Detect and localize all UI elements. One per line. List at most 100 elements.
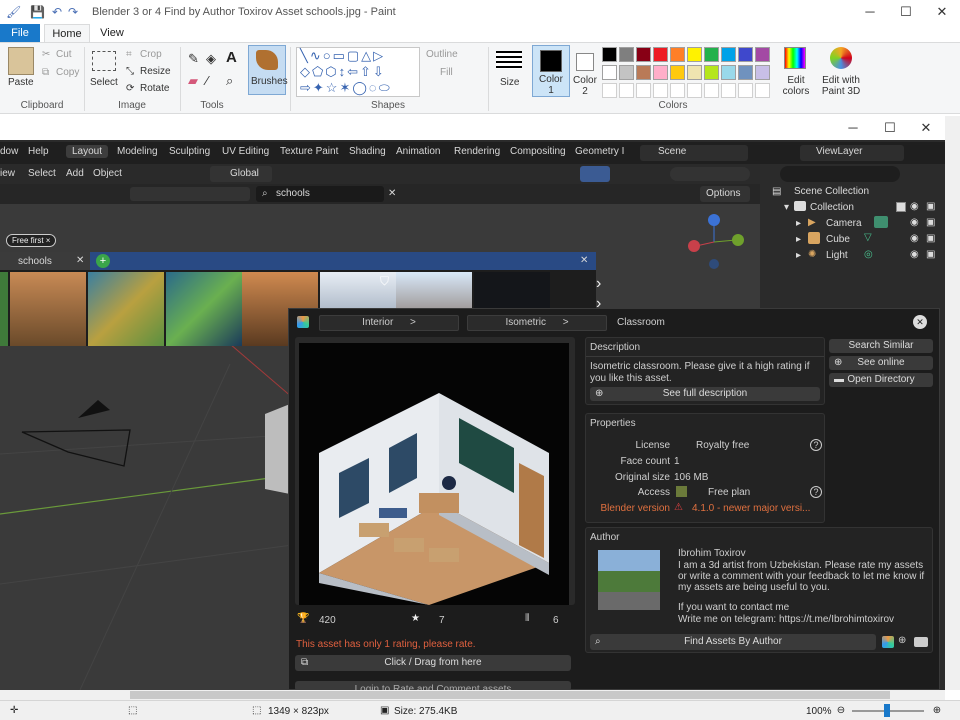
scene-collection-label[interactable]: Scene Collection [794, 186, 869, 197]
palette-swatch[interactable] [687, 83, 702, 98]
render-camera-icon[interactable]: ▣ [926, 233, 935, 244]
palette-swatch[interactable] [653, 83, 668, 98]
tab-file[interactable]: File [0, 24, 40, 42]
workspace-tab-sculpting[interactable]: Sculpting [169, 146, 210, 157]
visibility-eye-icon[interactable]: ◉ [910, 233, 919, 244]
see-full-description-button[interactable]: ⊕ See full description [590, 387, 820, 401]
free-first-chip[interactable]: Free first × [6, 234, 57, 247]
camera-object[interactable] [21, 429, 131, 467]
close-browser-icon[interactable]: ✕ [580, 255, 588, 266]
find-assets-by-author-button[interactable]: ⌕ Find Assets By Author [590, 634, 876, 650]
expand-camera-icon[interactable]: ▸ [796, 218, 801, 229]
eraser-icon[interactable]: ▰ [188, 73, 198, 89]
outline-button[interactable]: Outline [426, 49, 458, 60]
visibility-eye-icon[interactable]: ◉ [910, 249, 919, 260]
palette-swatch[interactable] [636, 83, 651, 98]
horizontal-scrollbar[interactable] [0, 690, 945, 700]
paste-button[interactable]: Paste [8, 77, 34, 88]
palette-swatch[interactable] [636, 65, 651, 80]
workspace-tab-uv-editing[interactable]: UV Editing [222, 146, 269, 157]
edit-colors-icon[interactable] [784, 47, 806, 69]
render-camera-icon[interactable]: ▣ [926, 201, 935, 212]
workspace-tab-animation[interactable]: Animation [396, 146, 440, 157]
palette-swatch[interactable] [721, 83, 736, 98]
palette-swatch[interactable] [738, 65, 753, 80]
minimize-icon[interactable]: ─ [862, 4, 878, 20]
see-online-button[interactable]: ⊕ See online [829, 356, 933, 370]
tab-view[interactable]: View [94, 24, 130, 42]
asset-thumbnail[interactable] [88, 272, 164, 346]
palette-swatch[interactable] [636, 47, 651, 62]
license-help-icon[interactable]: ? [810, 439, 822, 451]
expand-light-icon[interactable]: ▸ [796, 250, 801, 261]
palette-swatch[interactable] [602, 65, 617, 80]
asset-thumbnail[interactable] [0, 272, 8, 346]
palette-swatch[interactable] [704, 65, 719, 80]
edit-with-paint3d-button[interactable]: Edit with Paint 3D [818, 75, 864, 97]
workspace-tab-texture-paint[interactable]: Texture Paint [280, 146, 338, 157]
cut-button[interactable]: Cut [56, 49, 72, 60]
size-icon[interactable] [496, 51, 522, 69]
palette-swatch[interactable] [602, 47, 617, 62]
zoom-slider-thumb[interactable] [884, 704, 890, 717]
rotate-button[interactable]: Rotate [140, 83, 169, 94]
fill-bucket-icon[interactable]: ◈ [206, 51, 216, 67]
palette-swatch[interactable] [687, 47, 702, 62]
crop-icon[interactable]: ⌗ [126, 49, 132, 60]
palette-swatch[interactable] [721, 65, 736, 80]
palette-swatch[interactable] [619, 65, 634, 80]
palette-swatch[interactable] [755, 65, 770, 80]
paste-icon[interactable] [8, 47, 34, 75]
zoom-out-icon[interactable]: ⊖ [834, 705, 848, 716]
breadcrumb-isometric[interactable]: Isometric > [467, 315, 607, 331]
undo-icon[interactable]: ↶ [50, 5, 64, 19]
palette-swatch[interactable] [653, 47, 668, 62]
brushes-button[interactable]: Brushes [248, 45, 288, 95]
crop-button[interactable]: Crop [140, 49, 162, 60]
workspace-tab-rendering[interactable]: Rendering [454, 146, 500, 157]
breadcrumb-interior[interactable]: Interior > [319, 315, 459, 331]
maximize-icon[interactable]: ☐ [898, 4, 914, 20]
magnifier-icon[interactable]: ⌕ [226, 73, 233, 89]
color-picker-icon[interactable]: ⁄ [206, 73, 208, 88]
rotate-icon[interactable]: ⟳ [126, 83, 134, 94]
workspace-tab-layout[interactable]: Layout [66, 145, 109, 158]
fill-button[interactable]: Fill [440, 67, 453, 78]
navigation-gizmo[interactable] [680, 212, 750, 272]
palette-swatch[interactable] [687, 65, 702, 80]
gizmo-toggle[interactable] [580, 166, 610, 182]
tab-home[interactable]: Home [44, 24, 90, 42]
outliner-camera-label[interactable]: Camera [826, 218, 862, 229]
youtube-icon[interactable] [914, 637, 928, 647]
vertical-scrollbar[interactable] [945, 116, 960, 690]
paint3d-icon[interactable] [830, 47, 852, 69]
web-link-icon[interactable]: ⊕ [898, 635, 906, 646]
workspace-tab-geometry[interactable]: Geometry I [575, 146, 625, 157]
select-button[interactable]: Select [90, 77, 118, 88]
workspace-tab-compositing[interactable]: Compositing [510, 146, 566, 157]
asset-preview-image[interactable] [299, 343, 569, 605]
copy-button[interactable]: Copy [56, 67, 79, 78]
blender-maximize-icon[interactable]: ☐ [882, 120, 898, 136]
clear-search-icon[interactable]: ✕ [388, 188, 396, 199]
open-directory-button[interactable]: ▬ Open Directory [829, 373, 933, 387]
close-icon[interactable]: ✕ [934, 4, 950, 20]
access-help-icon[interactable]: ? [810, 486, 822, 498]
palette-swatch[interactable] [755, 83, 770, 98]
select-icon[interactable] [92, 51, 116, 71]
palette-swatch[interactable] [738, 83, 753, 98]
copy-icon[interactable]: ⧉ [42, 67, 49, 78]
blender-close-icon[interactable]: ✕ [918, 120, 934, 136]
palette-swatch[interactable] [738, 47, 753, 62]
palette-swatch[interactable] [670, 83, 685, 98]
collection-label[interactable]: Collection [810, 202, 854, 213]
bookmark-icon[interactable]: ⛉ [380, 274, 389, 289]
expand-cube-icon[interactable]: ▸ [796, 234, 801, 245]
palette-swatch[interactable] [670, 47, 685, 62]
palette-swatch[interactable] [619, 83, 634, 98]
palette-swatch[interactable] [670, 65, 685, 80]
palette-swatch[interactable] [704, 83, 719, 98]
close-panel-icon[interactable]: ✕ [913, 315, 927, 329]
asset-thumbnail[interactable] [10, 272, 86, 346]
click-drag-button[interactable]: ⧉ Click / Drag from here [295, 655, 571, 671]
